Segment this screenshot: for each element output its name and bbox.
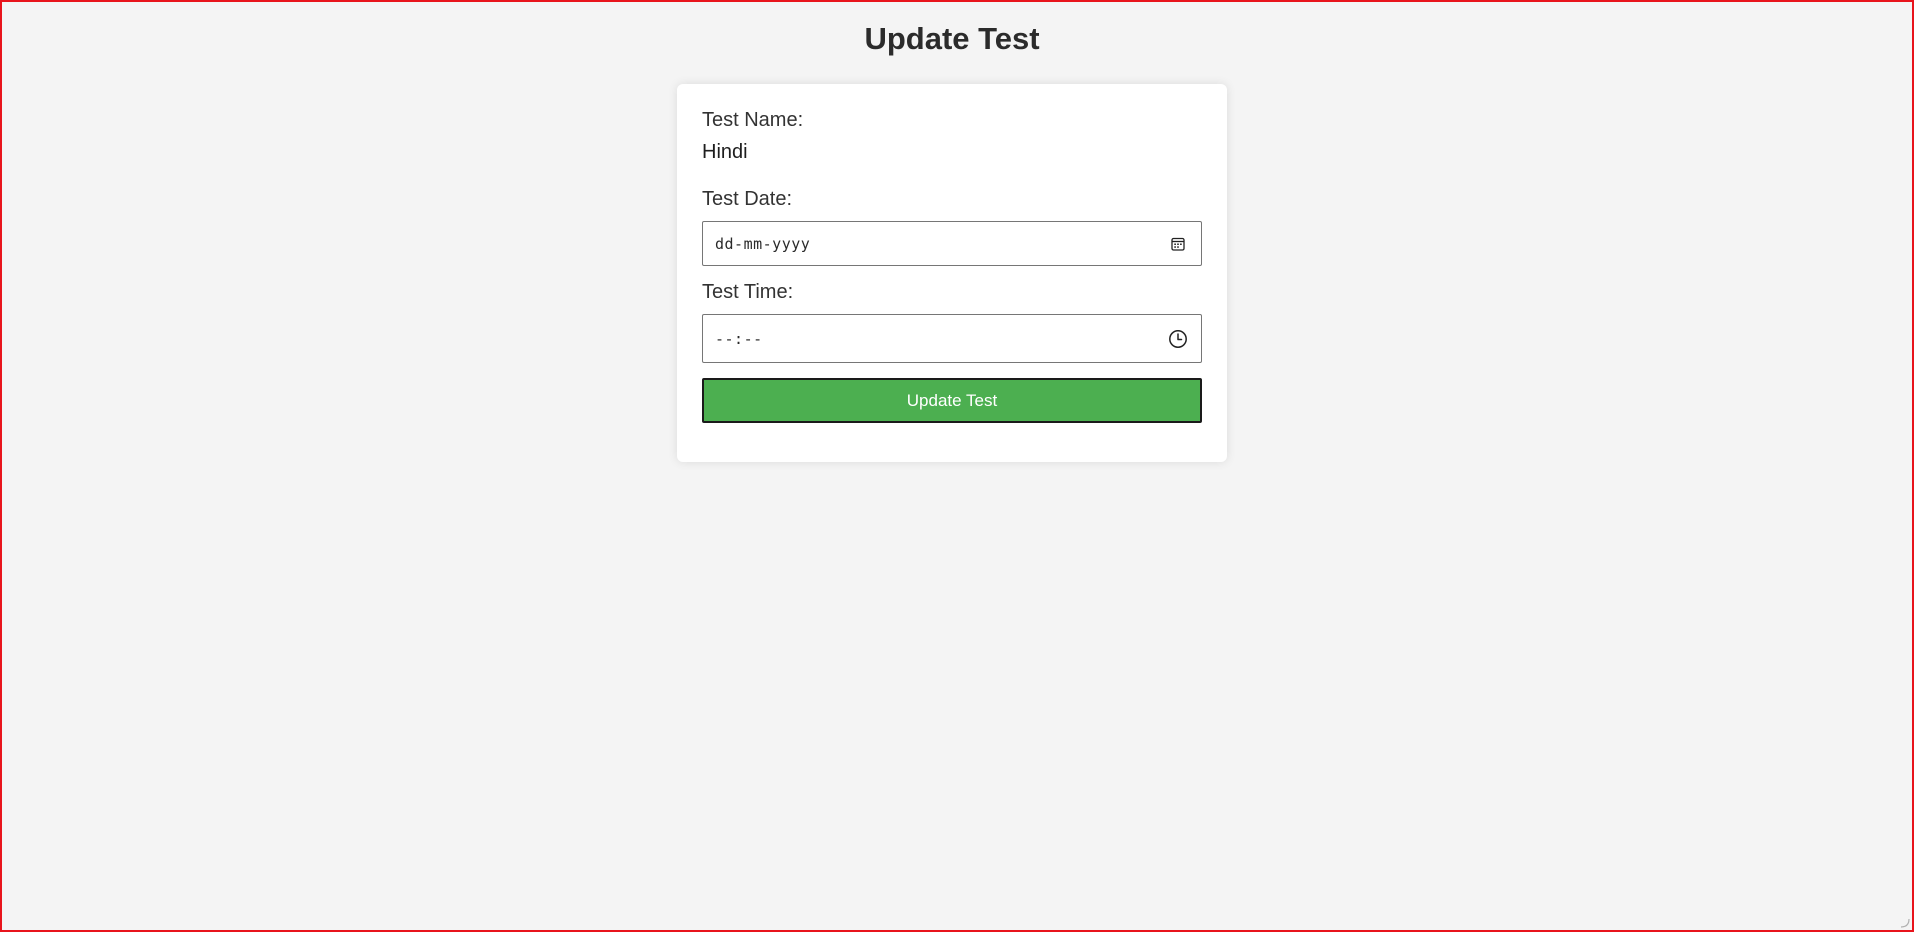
test-date-label: Test Date:: [702, 188, 793, 210]
test-time-placeholder: --:--: [715, 329, 763, 348]
test-date-input[interactable]: dd-mm-yyyy: [702, 221, 1202, 266]
calendar-icon[interactable]: [1167, 233, 1189, 255]
page-title: Update Test: [864, 21, 1040, 56]
clock-icon[interactable]: [1167, 328, 1189, 350]
test-name-value: Hindi: [702, 141, 748, 163]
test-date-placeholder: dd-mm-yyyy: [715, 234, 811, 253]
update-test-form: Test Name: Hindi Test Date: dd-mm-yyyy T…: [677, 84, 1227, 462]
test-time-input[interactable]: --:--: [702, 314, 1202, 363]
test-time-label: Test Time:: [702, 281, 794, 303]
test-name-label: Test Name:: [702, 109, 804, 131]
update-test-button[interactable]: Update Test: [702, 378, 1202, 423]
resize-corner-icon: [1900, 918, 1910, 928]
